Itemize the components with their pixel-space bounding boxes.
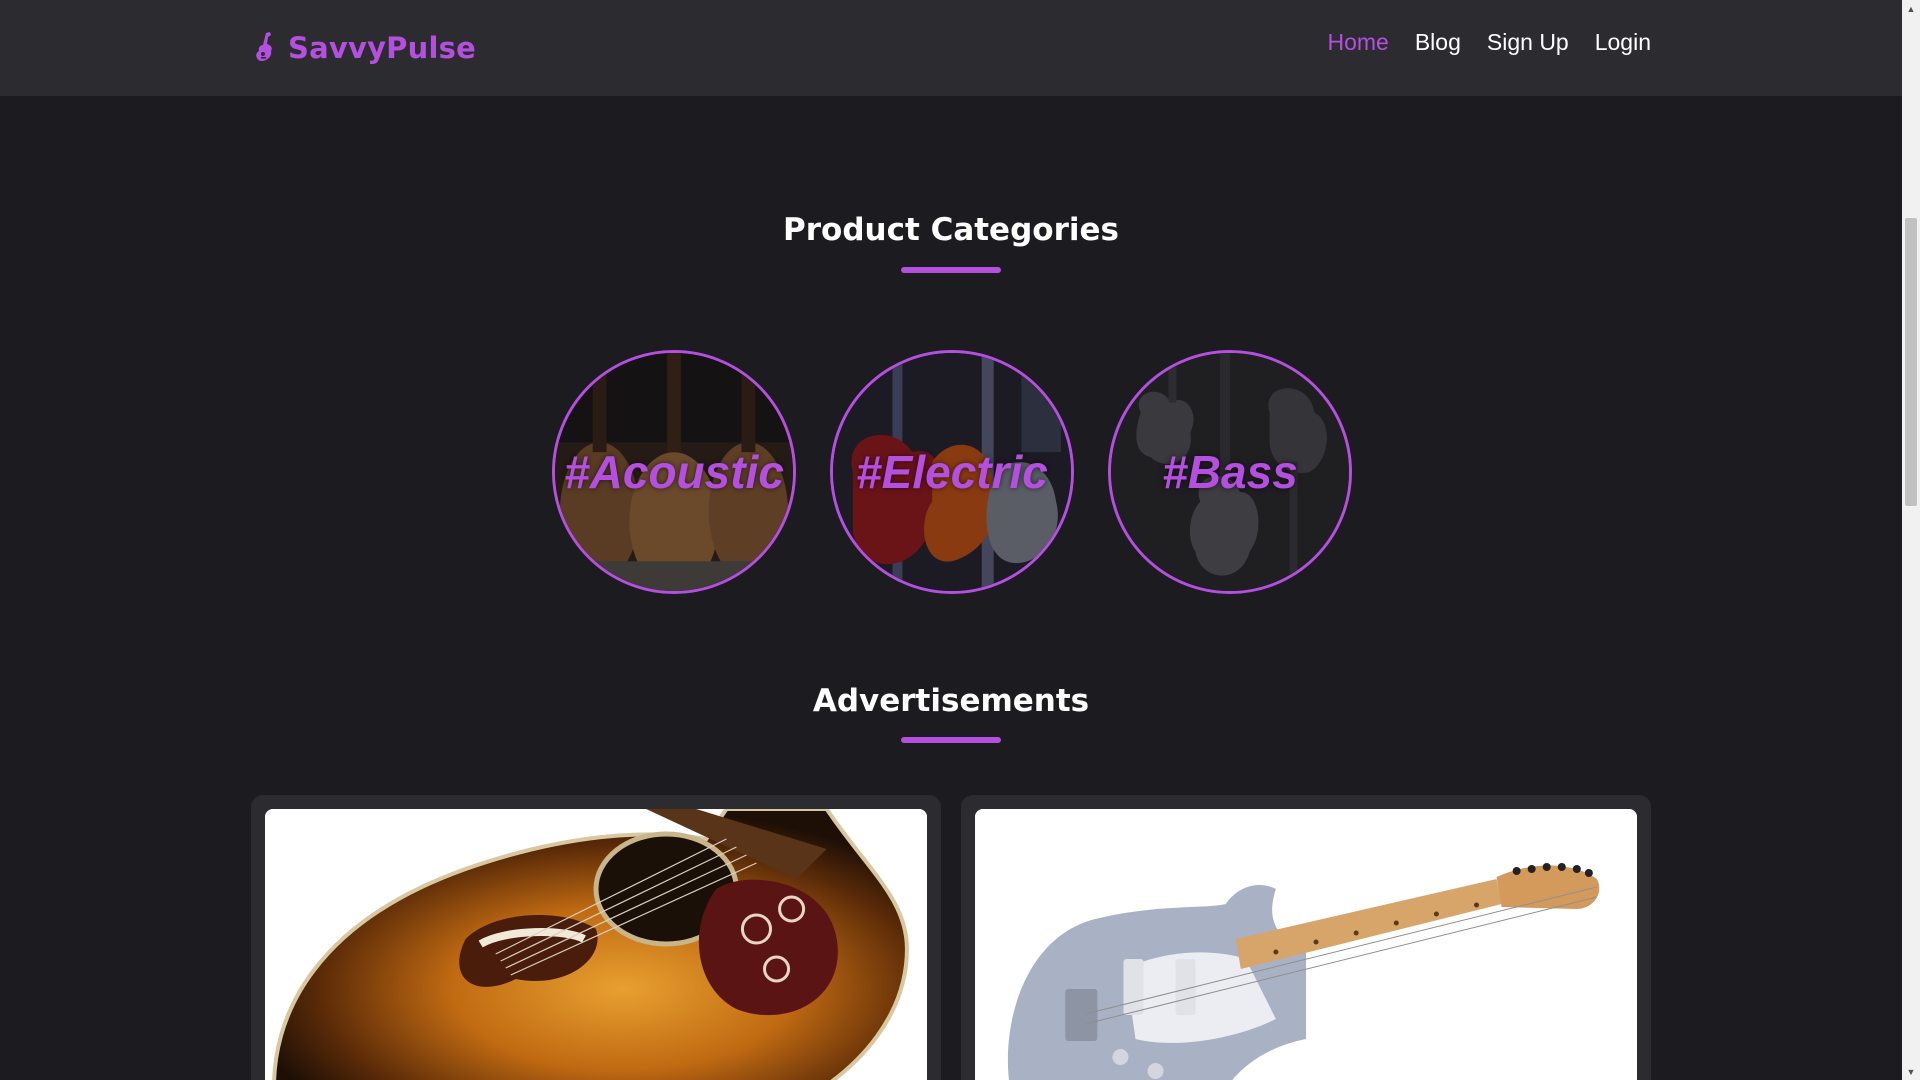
scroll-up-arrow-icon[interactable]: ▲ [1902, 0, 1920, 17]
categories-title: Product Categories [783, 212, 1119, 248]
brand-logo-link[interactable]: SavvyPulse [252, 28, 476, 68]
ads-title: Advertisements [812, 683, 1090, 719]
ad-image-acoustic [265, 809, 927, 1080]
main-nav: Home Blog Sign Up Login [1327, 24, 1651, 60]
guitar-icon [256, 32, 272, 62]
scroll-down-arrow-icon[interactable]: ▼ [1902, 1063, 1920, 1080]
navbar: SavvyPulse Home Blog Sign Up Login [0, 0, 1902, 96]
ads-title-underline [901, 737, 1001, 743]
category-electric-label: #Electric [856, 446, 1048, 498]
category-bass-label: #Bass [1162, 446, 1298, 498]
category-acoustic[interactable]: #Acoustic [552, 350, 796, 594]
scrollbar[interactable]: ▲ ▼ [1902, 0, 1920, 1080]
electric-guitar-image [975, 809, 1637, 1080]
ad-card-acoustic[interactable] [251, 795, 941, 1080]
category-electric[interactable]: #Electric [830, 350, 1074, 594]
page: SavvyPulse Home Blog Sign Up Login Produ… [0, 0, 1920, 1080]
nav-login[interactable]: Login [1595, 29, 1651, 56]
category-acoustic-label: #Acoustic [564, 446, 784, 498]
category-bass[interactable]: #Bass [1108, 350, 1352, 594]
ad-card-electric[interactable] [961, 795, 1651, 1080]
acoustic-guitar-image [265, 809, 927, 1080]
scrollbar-thumb[interactable] [1905, 218, 1917, 506]
ad-image-electric [975, 809, 1637, 1080]
nav-blog[interactable]: Blog [1415, 29, 1461, 56]
nav-home[interactable]: Home [1327, 29, 1388, 56]
brand-name: SavvyPulse [288, 31, 476, 65]
categories-title-underline [901, 267, 1001, 273]
nav-sign-up[interactable]: Sign Up [1487, 29, 1569, 56]
